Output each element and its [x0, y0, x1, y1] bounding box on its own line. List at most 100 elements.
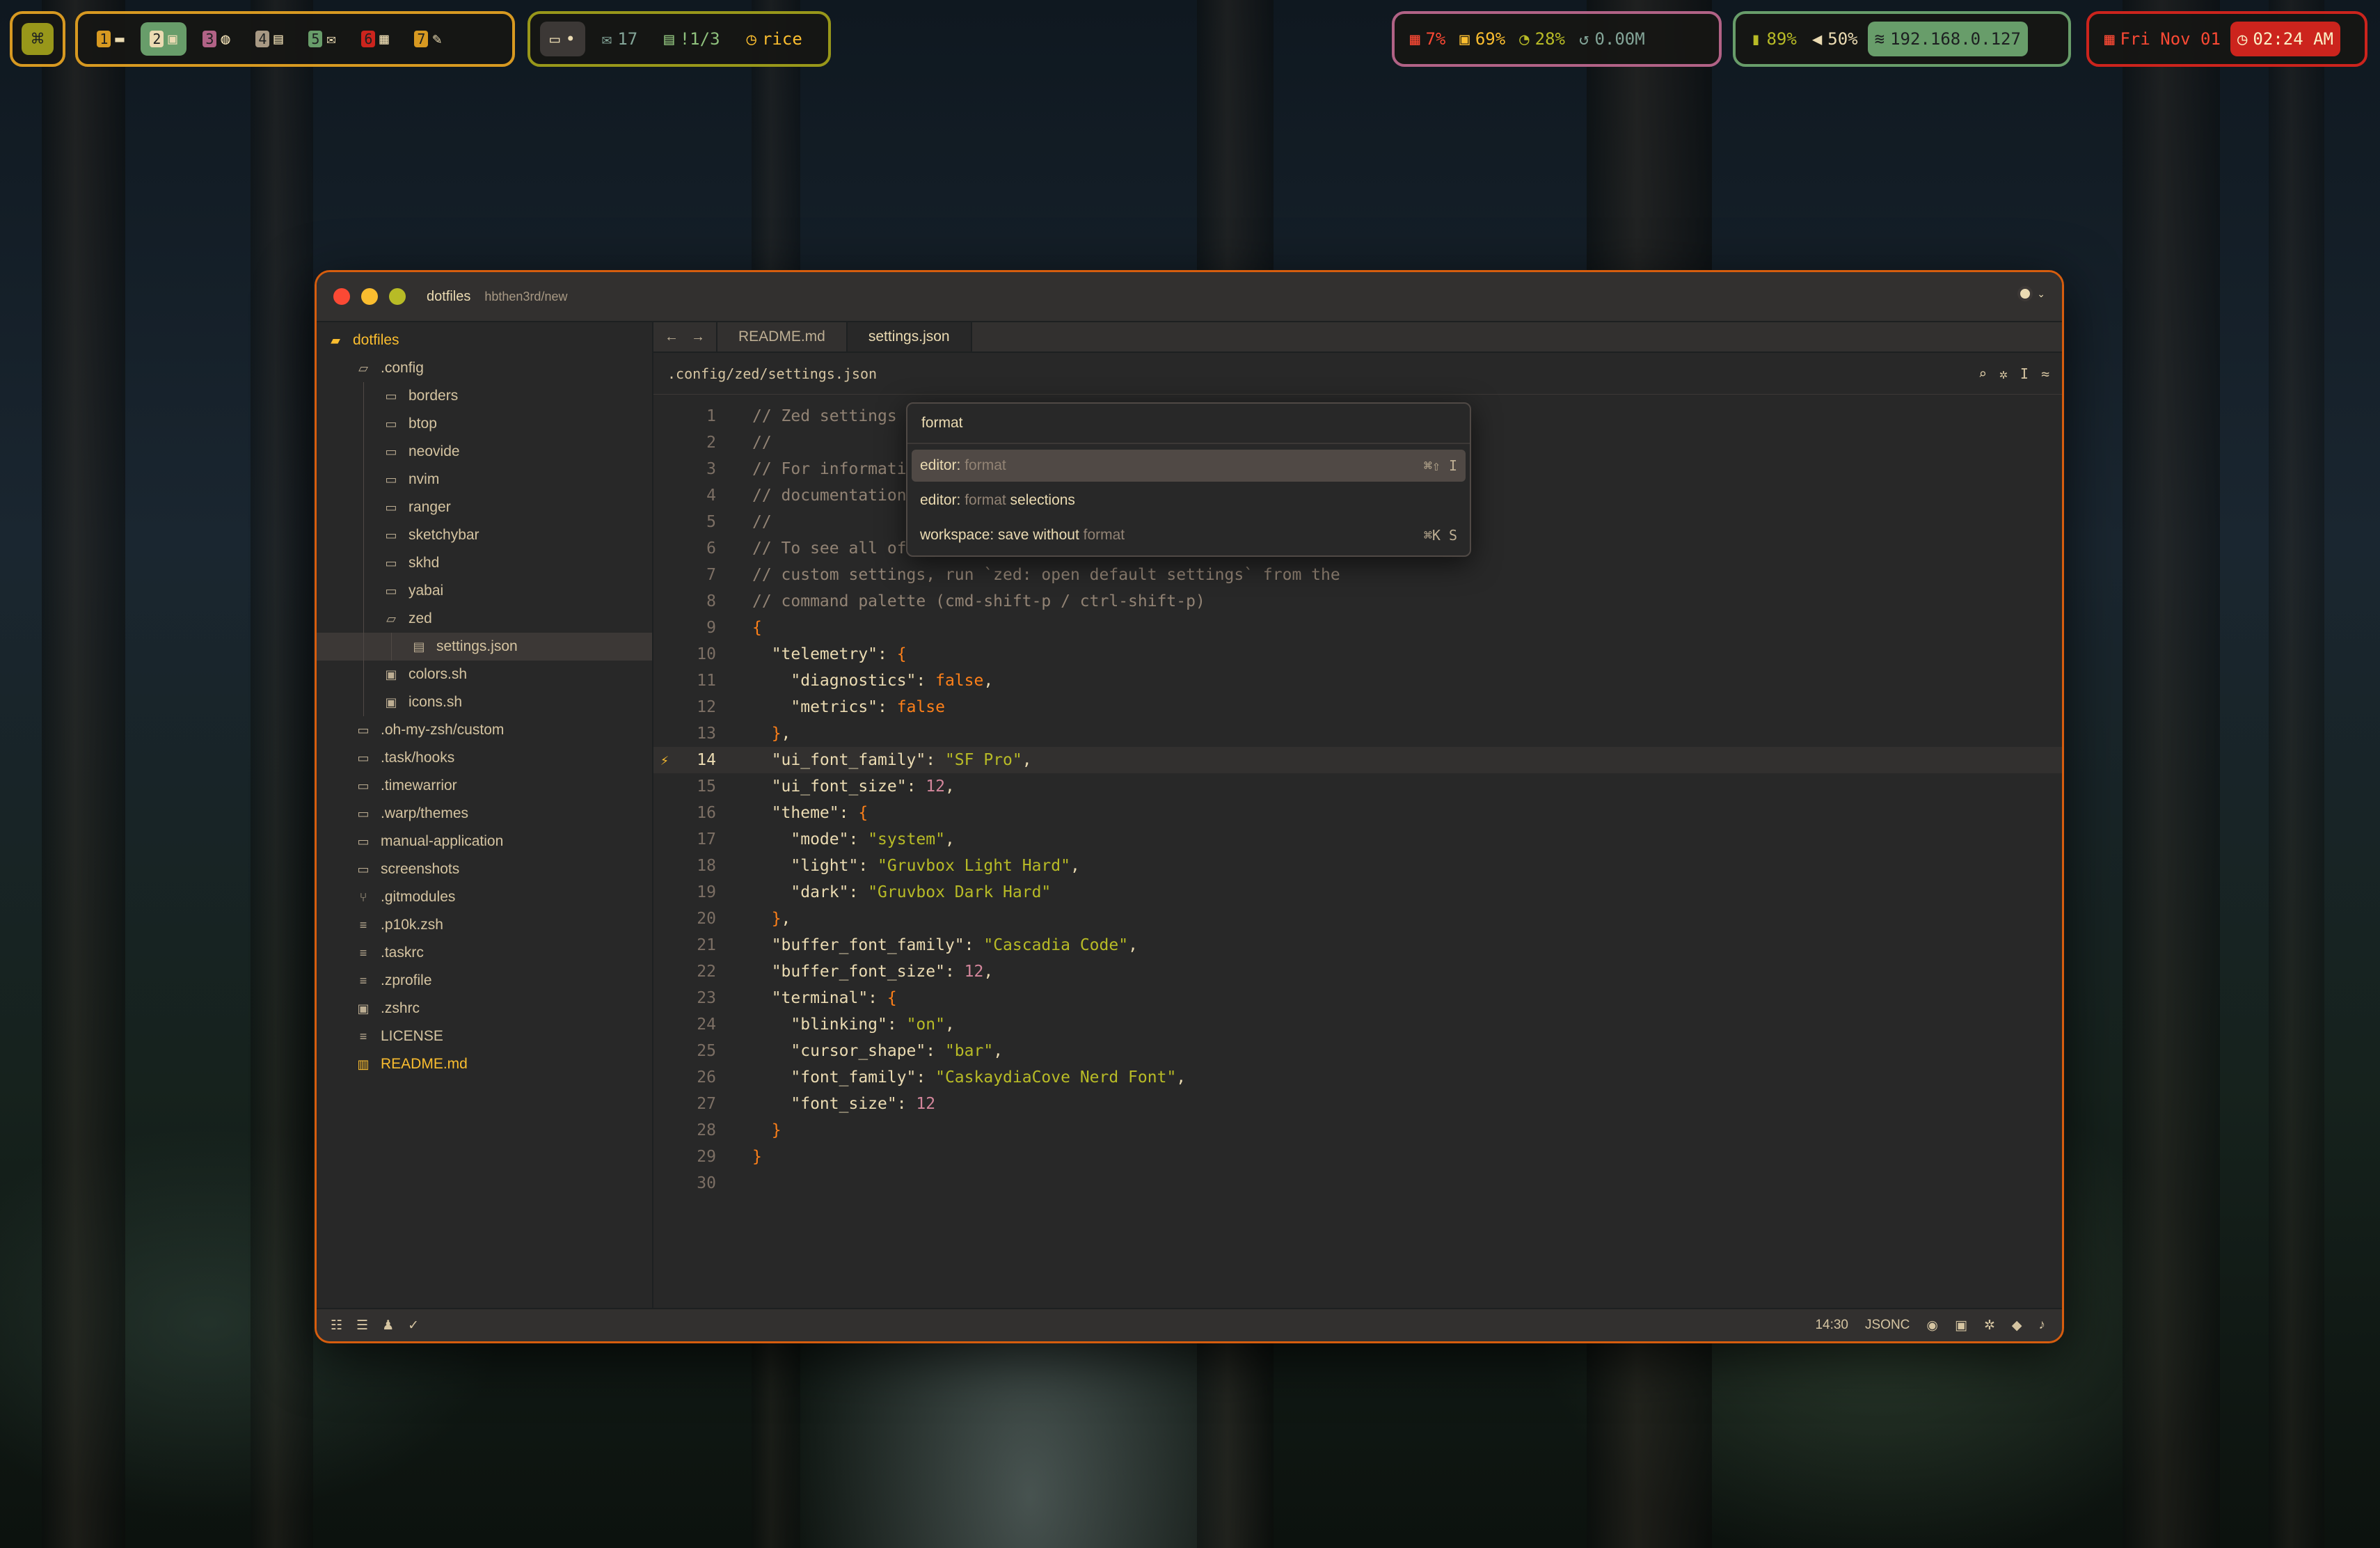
text-cursor-icon[interactable]: Ι: [2020, 365, 2029, 382]
workspace-6[interactable]: 6 ▦: [352, 22, 398, 56]
user-menu-button[interactable]: ⌄: [2017, 286, 2045, 301]
copilot-icon[interactable]: ◉: [1926, 1318, 1938, 1334]
code-line[interactable]: 21 "buffer_font_family": "Cascadia Code"…: [653, 932, 2062, 958]
workspace-7[interactable]: 7 ✎: [405, 22, 451, 56]
timer-widget[interactable]: ◷ rice: [737, 22, 812, 56]
palette-item[interactable]: editor: format ⌘⇧ I: [912, 450, 1466, 482]
sidebar-item[interactable]: ▭ borders: [317, 382, 652, 410]
sidebar-item[interactable]: ▭ yabai: [317, 577, 652, 605]
code-line[interactable]: 24 "blinking": "on",: [653, 1011, 2062, 1038]
apple-menu-button[interactable]: ⌘: [10, 11, 65, 67]
sidebar-item[interactable]: ▣ .zshrc: [317, 995, 652, 1022]
terminal-icon[interactable]: ▣: [1955, 1318, 1967, 1334]
sidebar-item[interactable]: ▭ manual-application: [317, 828, 652, 855]
assistant-icon[interactable]: ✲: [1984, 1318, 1995, 1334]
cursor-position[interactable]: 14:30: [1815, 1318, 1848, 1333]
code-line[interactable]: 7 // custom settings, run `zed: open defa…: [653, 562, 2062, 588]
time-widget[interactable]: ◷ 02:24 AM: [2230, 22, 2340, 56]
workspace-3[interactable]: 3 ◍: [193, 22, 239, 56]
workspace-4[interactable]: 4 ▤: [246, 22, 292, 56]
code-line[interactable]: 20 },: [653, 906, 2062, 932]
sidebar-item[interactable]: ▭ .warp/themes: [317, 800, 652, 828]
sidebar-item[interactable]: ≡ .taskrc: [317, 939, 652, 967]
sidebar-item[interactable]: ▱ .config: [317, 354, 652, 382]
sidebar-item[interactable]: ▥ README.md: [317, 1050, 652, 1078]
sidebar-item[interactable]: ▤ settings.json: [317, 633, 652, 661]
collab-panel-icon[interactable]: ♟: [382, 1318, 394, 1334]
sidebar-item[interactable]: ▭ .oh-my-zsh/custom: [317, 716, 652, 744]
code-line[interactable]: 12 "metrics": false: [653, 694, 2062, 720]
language-selector[interactable]: JSONC: [1865, 1318, 1910, 1333]
messages-widget[interactable]: ▭ •: [540, 22, 585, 56]
sidebar-item[interactable]: ▭ skhd: [317, 549, 652, 577]
tab-readme[interactable]: README.md: [717, 322, 848, 352]
close-window-button[interactable]: [333, 288, 350, 305]
code-line[interactable]: 22 "buffer_font_size": 12,: [653, 958, 2062, 985]
sidebar-item[interactable]: ▭ nvim: [317, 466, 652, 493]
tab-settings-json[interactable]: settings.json: [847, 322, 972, 352]
disk-widget[interactable]: ◔ 28%: [1514, 22, 1571, 56]
memory-widget[interactable]: ▣ 69%: [1454, 22, 1511, 56]
sidebar-item[interactable]: ▭ neovide: [317, 438, 652, 466]
diagnostics-check-icon[interactable]: ✓: [408, 1318, 419, 1334]
settings-sliders-icon[interactable]: ≈: [2041, 365, 2049, 382]
mail-widget[interactable]: ✉ 17: [592, 22, 647, 56]
code-line[interactable]: 25 "cursor_shape": "bar",: [653, 1038, 2062, 1064]
code-line[interactable]: 29}: [653, 1144, 2062, 1170]
project-name[interactable]: dotfiles: [427, 289, 470, 305]
volume-widget[interactable]: ◀ 50%: [1807, 22, 1864, 56]
workspace-2[interactable]: 2 ▣: [141, 22, 187, 56]
palette-item[interactable]: editor: format selections: [912, 484, 1466, 516]
tasks-widget[interactable]: ▤ !1/3: [654, 22, 729, 56]
code-line[interactable]: 15 "ui_font_size": 12,: [653, 773, 2062, 800]
sidebar-item-root[interactable]: ▰ dotfiles: [317, 326, 652, 354]
sidebar-item[interactable]: ▭ btop: [317, 410, 652, 438]
back-arrow-icon[interactable]: ←: [665, 329, 679, 345]
code-line[interactable]: 11 "diagnostics": false,: [653, 668, 2062, 694]
sidebar-item[interactable]: ▭ .task/hooks: [317, 744, 652, 772]
sidebar-item[interactable]: ▣ colors.sh: [317, 661, 652, 688]
wifi-widget[interactable]: ≋ 192.168.0.127: [1867, 22, 2028, 56]
code-line[interactable]: 26 "font_family": "CaskaydiaCove Nerd Fo…: [653, 1064, 2062, 1091]
code-line[interactable]: 19 "dark": "Gruvbox Dark Hard": [653, 879, 2062, 906]
code-line[interactable]: 27 "font_size": 12: [653, 1091, 2062, 1117]
palette-item[interactable]: workspace: save without format ⌘K S: [912, 519, 1466, 551]
sidebar-item[interactable]: ≡ LICENSE: [317, 1022, 652, 1050]
code-line[interactable]: 8 // command palette (cmd-shift-p / ctrl-…: [653, 588, 2062, 615]
workspace-5[interactable]: 5 ✉: [299, 22, 345, 56]
sidebar-item[interactable]: ≡ .p10k.zsh: [317, 911, 652, 939]
code-line[interactable]: 10 "telemetry": {: [653, 641, 2062, 668]
code-line[interactable]: 17 "mode": "system",: [653, 826, 2062, 853]
chat-panel-icon[interactable]: ◆: [2012, 1318, 2022, 1334]
sidebar-item[interactable]: ▭ .timewarrior: [317, 772, 652, 800]
sidebar-item[interactable]: ⑂ .gitmodules: [317, 883, 652, 911]
code-line[interactable]: 9{: [653, 615, 2062, 641]
sidebar-item[interactable]: ▭ sketchybar: [317, 521, 652, 549]
forward-arrow-icon[interactable]: →: [691, 329, 705, 345]
battery-widget[interactable]: ▮ 89%: [1745, 22, 1802, 56]
sidebar-item[interactable]: ▭ ranger: [317, 493, 652, 521]
search-icon[interactable]: ⌕: [1978, 365, 1987, 382]
sidebar-item[interactable]: ▣ icons.sh: [317, 688, 652, 716]
code-line[interactable]: ⚡ 14 "ui_font_family": "SF Pro",: [653, 747, 2062, 773]
workspace-1[interactable]: 1 ▬: [88, 22, 134, 56]
code-line[interactable]: 30: [653, 1170, 2062, 1196]
cpu-widget[interactable]: ▦ 7%: [1404, 22, 1451, 56]
zoom-window-button[interactable]: [389, 288, 406, 305]
sidebar-item[interactable]: ▭ screenshots: [317, 855, 652, 883]
assistant-sparkle-icon[interactable]: ✲: [1999, 365, 2008, 382]
sidebar-item[interactable]: ▱ zed: [317, 605, 652, 633]
outline-panel-icon[interactable]: ☰: [356, 1318, 368, 1334]
code-line[interactable]: 18 "light": "Gruvbox Light Hard",: [653, 853, 2062, 879]
minimize-window-button[interactable]: [361, 288, 378, 305]
code-line[interactable]: 28 }: [653, 1117, 2062, 1144]
code-line[interactable]: 13 },: [653, 720, 2062, 747]
project-panel-toggle-icon[interactable]: ☷: [331, 1318, 342, 1334]
breadcrumb-path[interactable]: .config/zed/settings.json: [667, 365, 877, 382]
code-line[interactable]: 16 "theme": {: [653, 800, 2062, 826]
branch-name[interactable]: hbthen3rd/new: [484, 290, 567, 304]
network-widget[interactable]: ↺ 0.00M: [1573, 22, 1651, 56]
date-widget[interactable]: ▦ Fri Nov 01: [2099, 22, 2226, 56]
code-line[interactable]: 23 "terminal": {: [653, 985, 2062, 1011]
command-palette-input[interactable]: format: [907, 404, 1470, 444]
